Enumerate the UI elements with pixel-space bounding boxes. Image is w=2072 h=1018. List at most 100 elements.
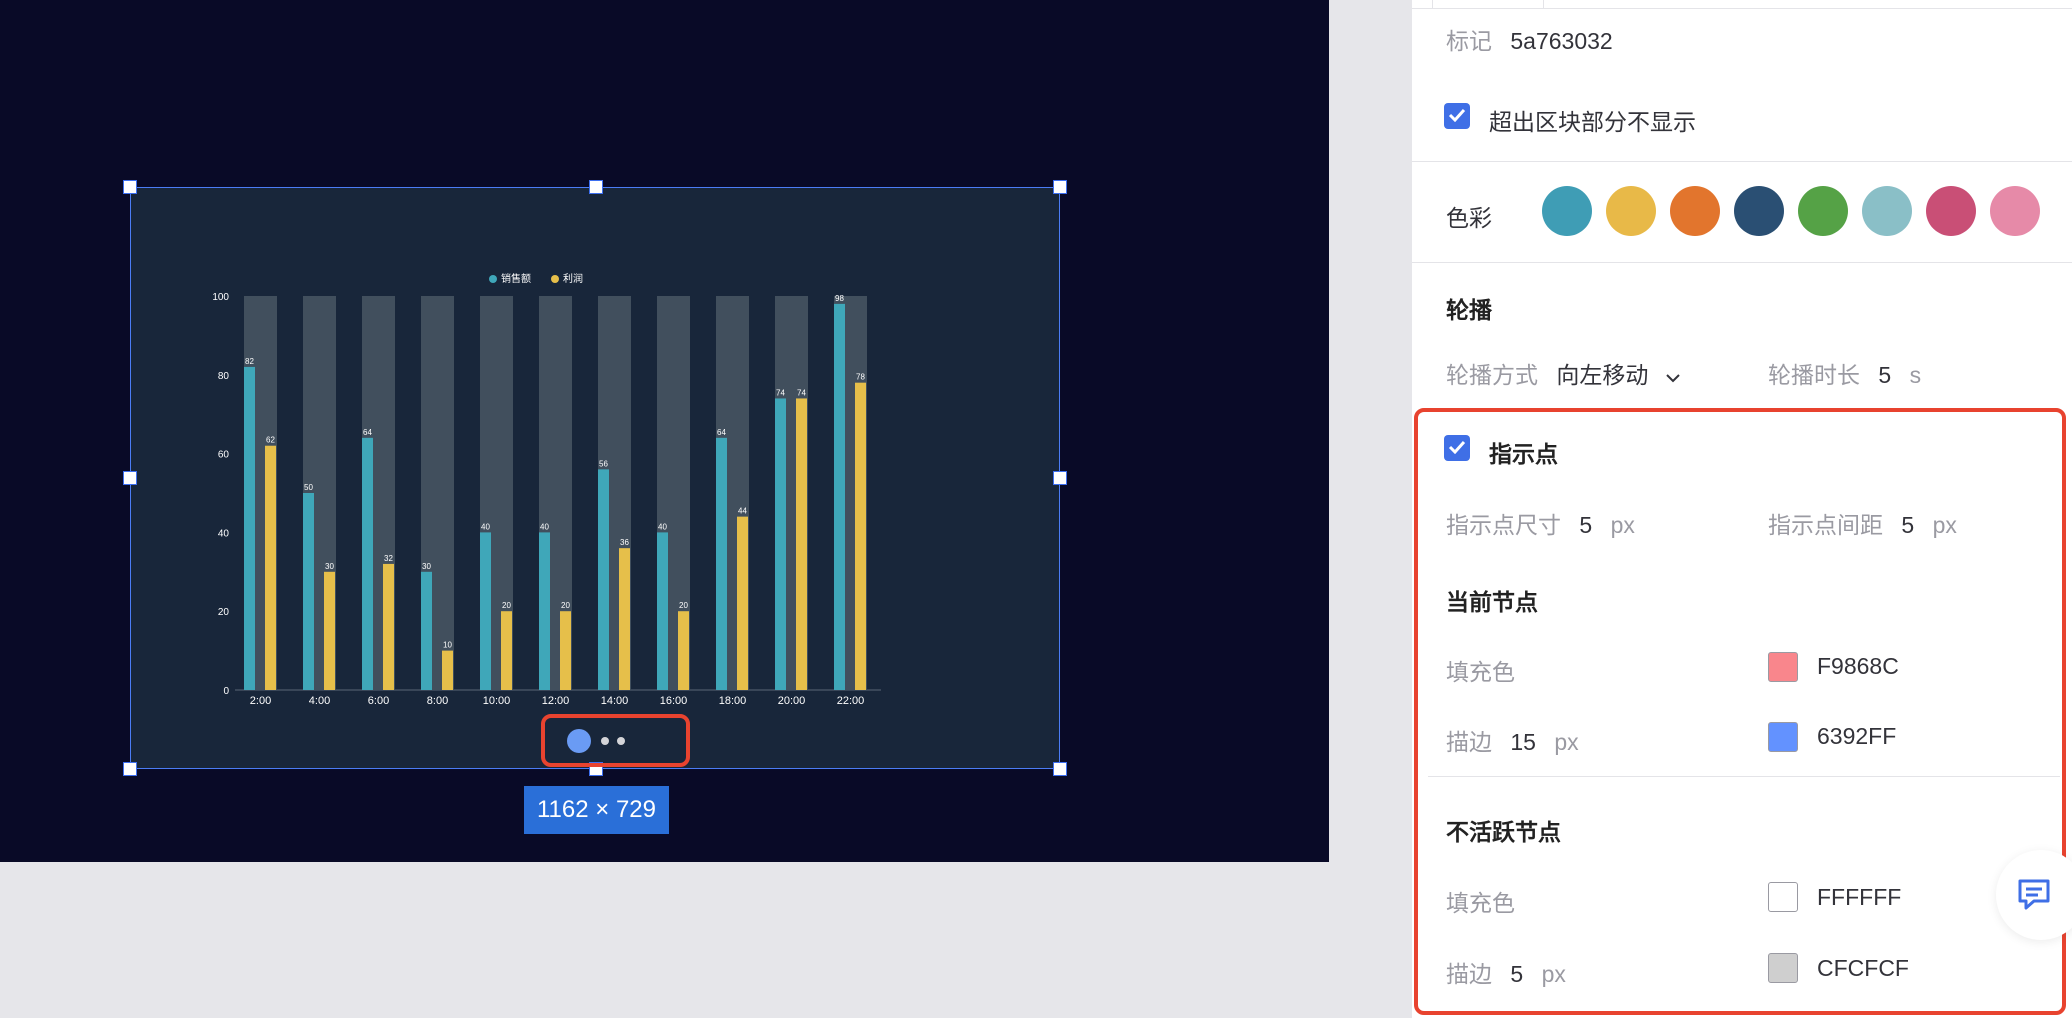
data-label: 74 (776, 388, 785, 397)
data-label: 74 (797, 388, 806, 397)
x-tick-label: 18:00 (719, 695, 747, 707)
bar (421, 571, 432, 690)
x-tick-label: 4:00 (309, 695, 330, 707)
bar (265, 445, 276, 690)
carousel-duration-input[interactable]: 5 (1878, 362, 1891, 388)
x-tick-label: 6:00 (368, 695, 389, 707)
x-tick-label: 10:00 (483, 695, 511, 707)
palette-swatch[interactable] (1862, 186, 1912, 236)
tag-label: 标记 (1446, 28, 1492, 54)
legend-label: 销售额 (501, 272, 531, 285)
data-label: 50 (304, 483, 313, 492)
x-tick-label: 20:00 (778, 695, 806, 707)
tag-row: 标记 5a763032 (1446, 22, 1613, 56)
data-label: 56 (599, 459, 608, 468)
bar (619, 548, 630, 690)
palette-swatch[interactable] (1990, 186, 2040, 236)
y-tick-label: 80 (218, 371, 230, 382)
data-label: 40 (481, 522, 490, 531)
bar (383, 563, 394, 690)
tag-value: 5a763032 (1510, 28, 1613, 54)
data-label: 10 (443, 641, 452, 650)
data-label: 40 (658, 522, 667, 531)
data-label: 20 (679, 601, 688, 610)
data-label: 20 (502, 601, 511, 610)
canvas-area: 0 20 40 60 80 100 82 62 2:00 50 30 4:00 64 32 6:00 30 10… (0, 0, 1412, 1018)
resize-handle-bl[interactable] (123, 762, 137, 776)
carousel-duration-unit: s (1909, 362, 1922, 388)
check-icon (1448, 108, 1466, 122)
data-label: 64 (717, 428, 726, 437)
bar (244, 366, 255, 690)
legend-marker (551, 275, 559, 283)
bar (480, 532, 491, 690)
resize-handle-mr[interactable] (1053, 471, 1067, 485)
carousel-mode-row: 轮播方式 向左移动 (1446, 356, 1681, 390)
indicator-dot-active[interactable] (567, 729, 591, 753)
bar (442, 650, 453, 690)
panel-tab[interactable] (1432, 0, 1544, 8)
color-label: 色彩 (1446, 205, 1492, 231)
palette-swatch[interactable] (1798, 186, 1848, 236)
legend-label: 利润 (563, 272, 583, 285)
data-label: 20 (561, 601, 570, 610)
y-tick-label: 20 (218, 607, 230, 618)
data-label: 98 (835, 294, 844, 303)
palette-swatch[interactable] (1670, 186, 1720, 236)
resize-handle-br[interactable] (1053, 762, 1067, 776)
bar (716, 437, 727, 690)
indicator-dot[interactable] (601, 737, 609, 745)
carousel-duration-row: 轮播时长 5 s (1768, 356, 1921, 390)
palette-swatch[interactable] (1606, 186, 1656, 236)
data-label: 30 (325, 562, 334, 571)
data-label: 40 (540, 522, 549, 531)
bar (598, 469, 609, 690)
x-tick-label: 14:00 (601, 695, 629, 707)
hide-overflow-checkbox[interactable] (1444, 103, 1470, 129)
divider (1412, 161, 2072, 162)
data-label: 64 (363, 428, 372, 437)
resize-handle-ml[interactable] (123, 471, 137, 485)
x-tick-label: 8:00 (427, 695, 448, 707)
data-label: 62 (266, 436, 275, 445)
resize-handle-tr[interactable] (1053, 180, 1067, 194)
bar (678, 611, 689, 690)
x-tick-label: 16:00 (660, 695, 688, 707)
bar (855, 382, 866, 690)
bar (501, 611, 512, 690)
carousel-duration-label: 轮播时长 (1768, 362, 1860, 388)
palette-swatch[interactable] (1734, 186, 1784, 236)
bar-chart: 0 20 40 60 80 100 82 62 2:00 50 30 4:00 64 32 6:00 30 10… (212, 272, 881, 707)
palette-swatch[interactable] (1926, 186, 1976, 236)
chart-widget[interactable]: 0 20 40 60 80 100 82 62 2:00 50 30 4:00 64 32 6:00 30 10… (130, 187, 1060, 769)
carousel-mode-label: 轮播方式 (1446, 362, 1538, 388)
resize-handle-tm[interactable] (589, 180, 603, 194)
x-tick-label: 12:00 (542, 695, 570, 707)
bar (775, 398, 786, 690)
data-label: 32 (384, 554, 393, 563)
data-label: 78 (856, 373, 865, 382)
bar (657, 532, 668, 690)
bar (796, 398, 807, 690)
data-label: 44 (738, 507, 747, 516)
indicator-settings-highlight (1414, 408, 2066, 1015)
bar (834, 303, 845, 690)
bar (560, 611, 571, 690)
carousel-mode-select[interactable]: 向左移动 (1556, 362, 1648, 388)
divider (1412, 262, 2072, 263)
chevron-down-icon[interactable] (1665, 373, 1681, 383)
indicator-dot[interactable] (617, 737, 625, 745)
x-tick-label: 22:00 (837, 695, 865, 707)
data-label: 36 (620, 538, 629, 547)
data-label: 30 (422, 562, 431, 571)
bar (303, 493, 314, 690)
palette-swatch[interactable] (1542, 186, 1592, 236)
size-label: 1162 × 729 (524, 786, 669, 834)
carousel-section-title: 轮播 (1446, 297, 1492, 323)
resize-handle-tl[interactable] (123, 180, 137, 194)
bar (737, 516, 748, 690)
hide-overflow-label: 超出区块部分不显示 (1489, 109, 1696, 135)
y-tick-label: 60 (218, 450, 230, 461)
bar (362, 437, 373, 690)
x-tick-label: 2:00 (250, 695, 271, 707)
